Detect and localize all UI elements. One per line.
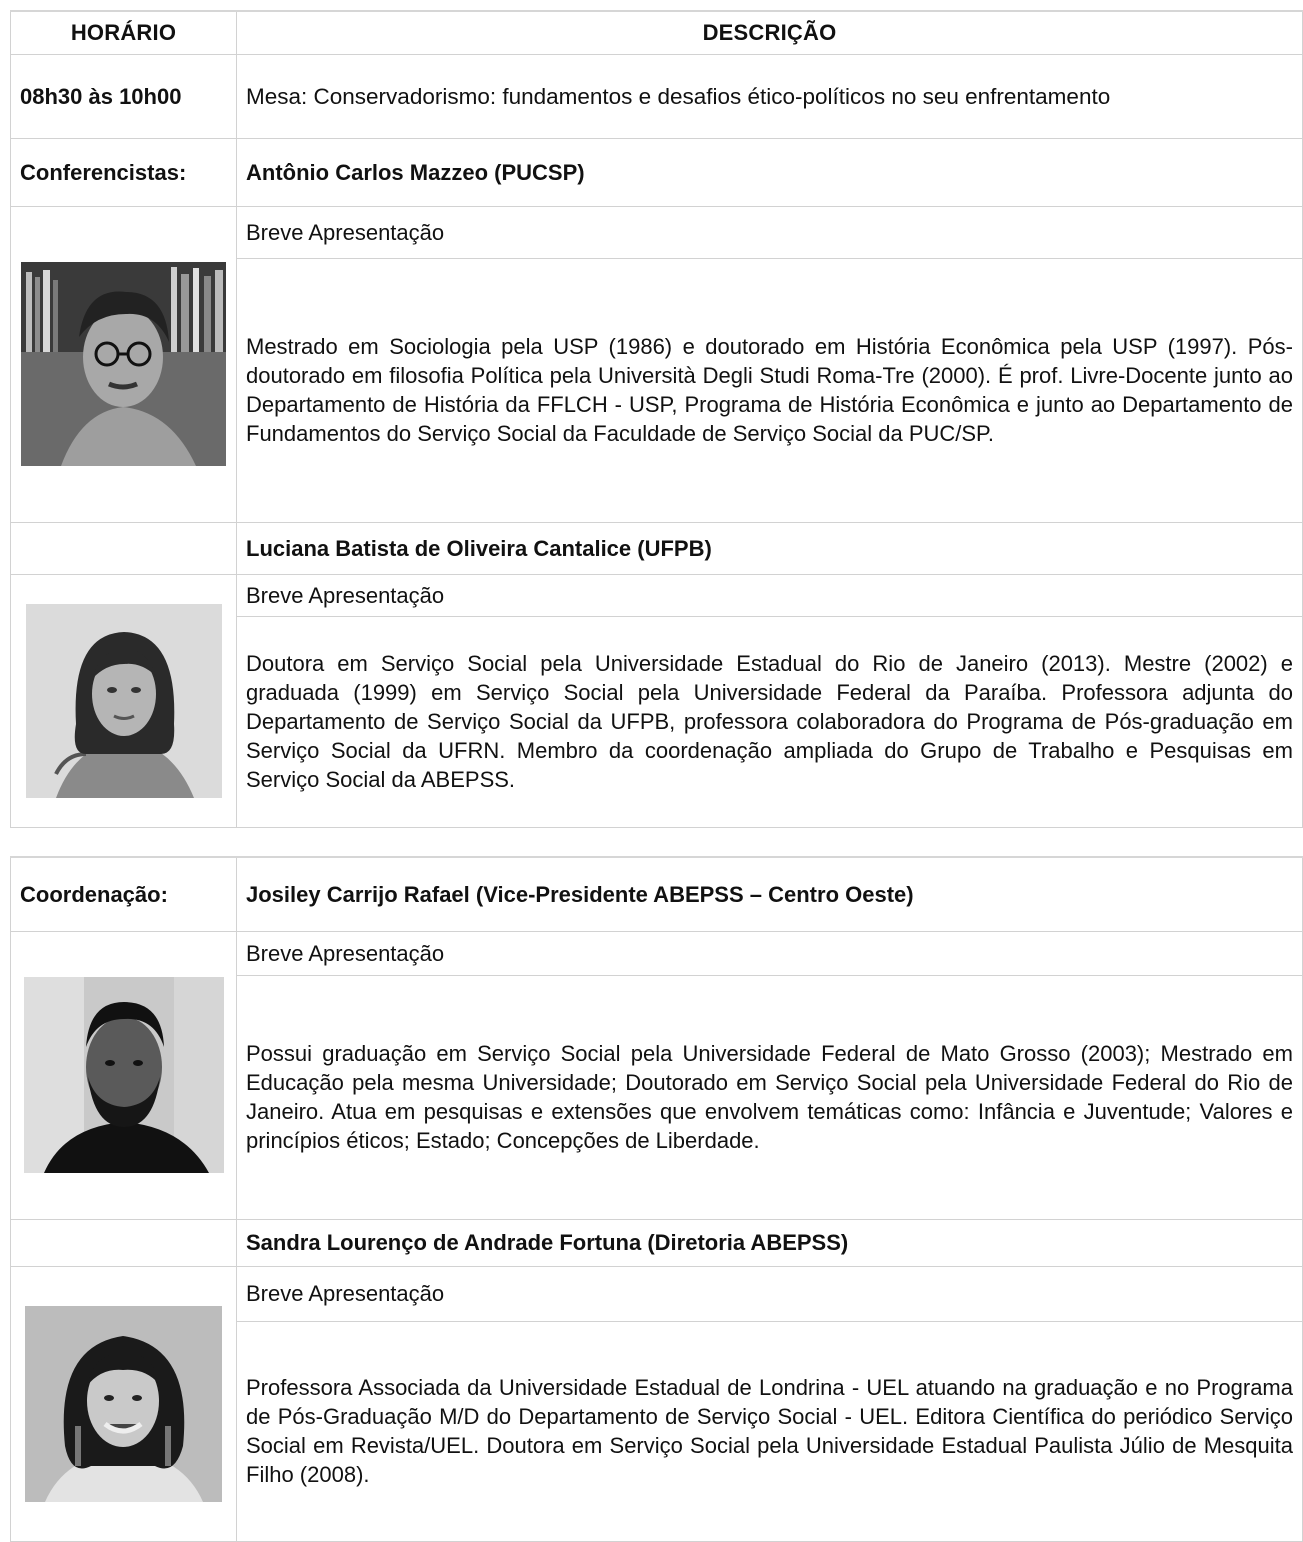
speaker-photo-cell: [10, 573, 237, 828]
session-title: Mesa: Conservadorismo: fundamentos e des…: [236, 53, 1303, 139]
coordinator-name-row: Sandra Lourenço de Andrade Fortuna (Dire…: [10, 1218, 1303, 1267]
speaker-section: Breve Apresentação: [236, 573, 1303, 617]
photo-rafael: [23, 977, 224, 1173]
header-horario: HORÁRIO: [10, 10, 237, 55]
empty-cell: [10, 521, 237, 575]
speaker-name-row: Luciana Batista de Oliveira Cantalice (U…: [10, 521, 1303, 575]
photo-mazzeo: [21, 262, 226, 466]
speaker-section-row: Breve Apresentação: [10, 205, 1303, 523]
speaker-name: Luciana Batista de Oliveira Cantalice (U…: [236, 521, 1303, 575]
speaker-bio: Doutora em Serviço Social pela Universid…: [236, 615, 1303, 828]
schedule-table-coordination: Coordenação: Josiley Carrijo Rafael (Vic…: [10, 856, 1303, 1542]
photo-cantalice: [25, 603, 222, 798]
coordination-label: Coordenação:: [10, 856, 237, 932]
coordinator-bio: Possui graduação em Serviço Social pela …: [236, 974, 1303, 1220]
coordination-label-row: Coordenação: Josiley Carrijo Rafael (Vic…: [10, 856, 1303, 932]
coordinator-section-row: Breve Apresentação: [10, 930, 1303, 1220]
photo-fortuna: [25, 1305, 222, 1502]
speakers-label-row: Conferencistas: Antônio Carlos Mazzeo (P…: [10, 137, 1303, 207]
empty-cell: [10, 1218, 237, 1267]
header-row: HORÁRIO DESCRIÇÃO: [10, 10, 1303, 55]
header-descricao: DESCRIÇÃO: [236, 10, 1303, 55]
coordinator-name: Josiley Carrijo Rafael (Vice-Presidente …: [236, 856, 1303, 932]
coordinator-name: Sandra Lourenço de Andrade Fortuna (Dire…: [236, 1218, 1303, 1267]
speaker-section-row: Breve Apresentação: [10, 573, 1303, 828]
session-row: 08h30 às 10h00 Mesa: Conservadorismo: fu…: [10, 53, 1303, 139]
speaker-photo-cell: [10, 205, 237, 523]
coordinator-section: Breve Apresentação: [236, 930, 1303, 976]
speaker-section: Breve Apresentação: [236, 205, 1303, 259]
speakers-label: Conferencistas:: [10, 137, 237, 207]
coordinator-section-row: Breve Apresentação: [10, 1265, 1303, 1542]
coordinator-bio: Professora Associada da Universidade Est…: [236, 1320, 1303, 1542]
speaker-bio: Mestrado em Sociologia pela USP (1986) e…: [236, 257, 1303, 523]
coordinator-section: Breve Apresentação: [236, 1265, 1303, 1322]
schedule-table-speakers: HORÁRIO DESCRIÇÃO 08h30 às 10h00 Mesa: C…: [10, 10, 1303, 828]
coordinator-photo-cell: [10, 930, 237, 1220]
speaker-name: Antônio Carlos Mazzeo (PUCSP): [236, 137, 1303, 207]
session-time: 08h30 às 10h00: [10, 53, 237, 139]
coordinator-photo-cell: [10, 1265, 237, 1542]
